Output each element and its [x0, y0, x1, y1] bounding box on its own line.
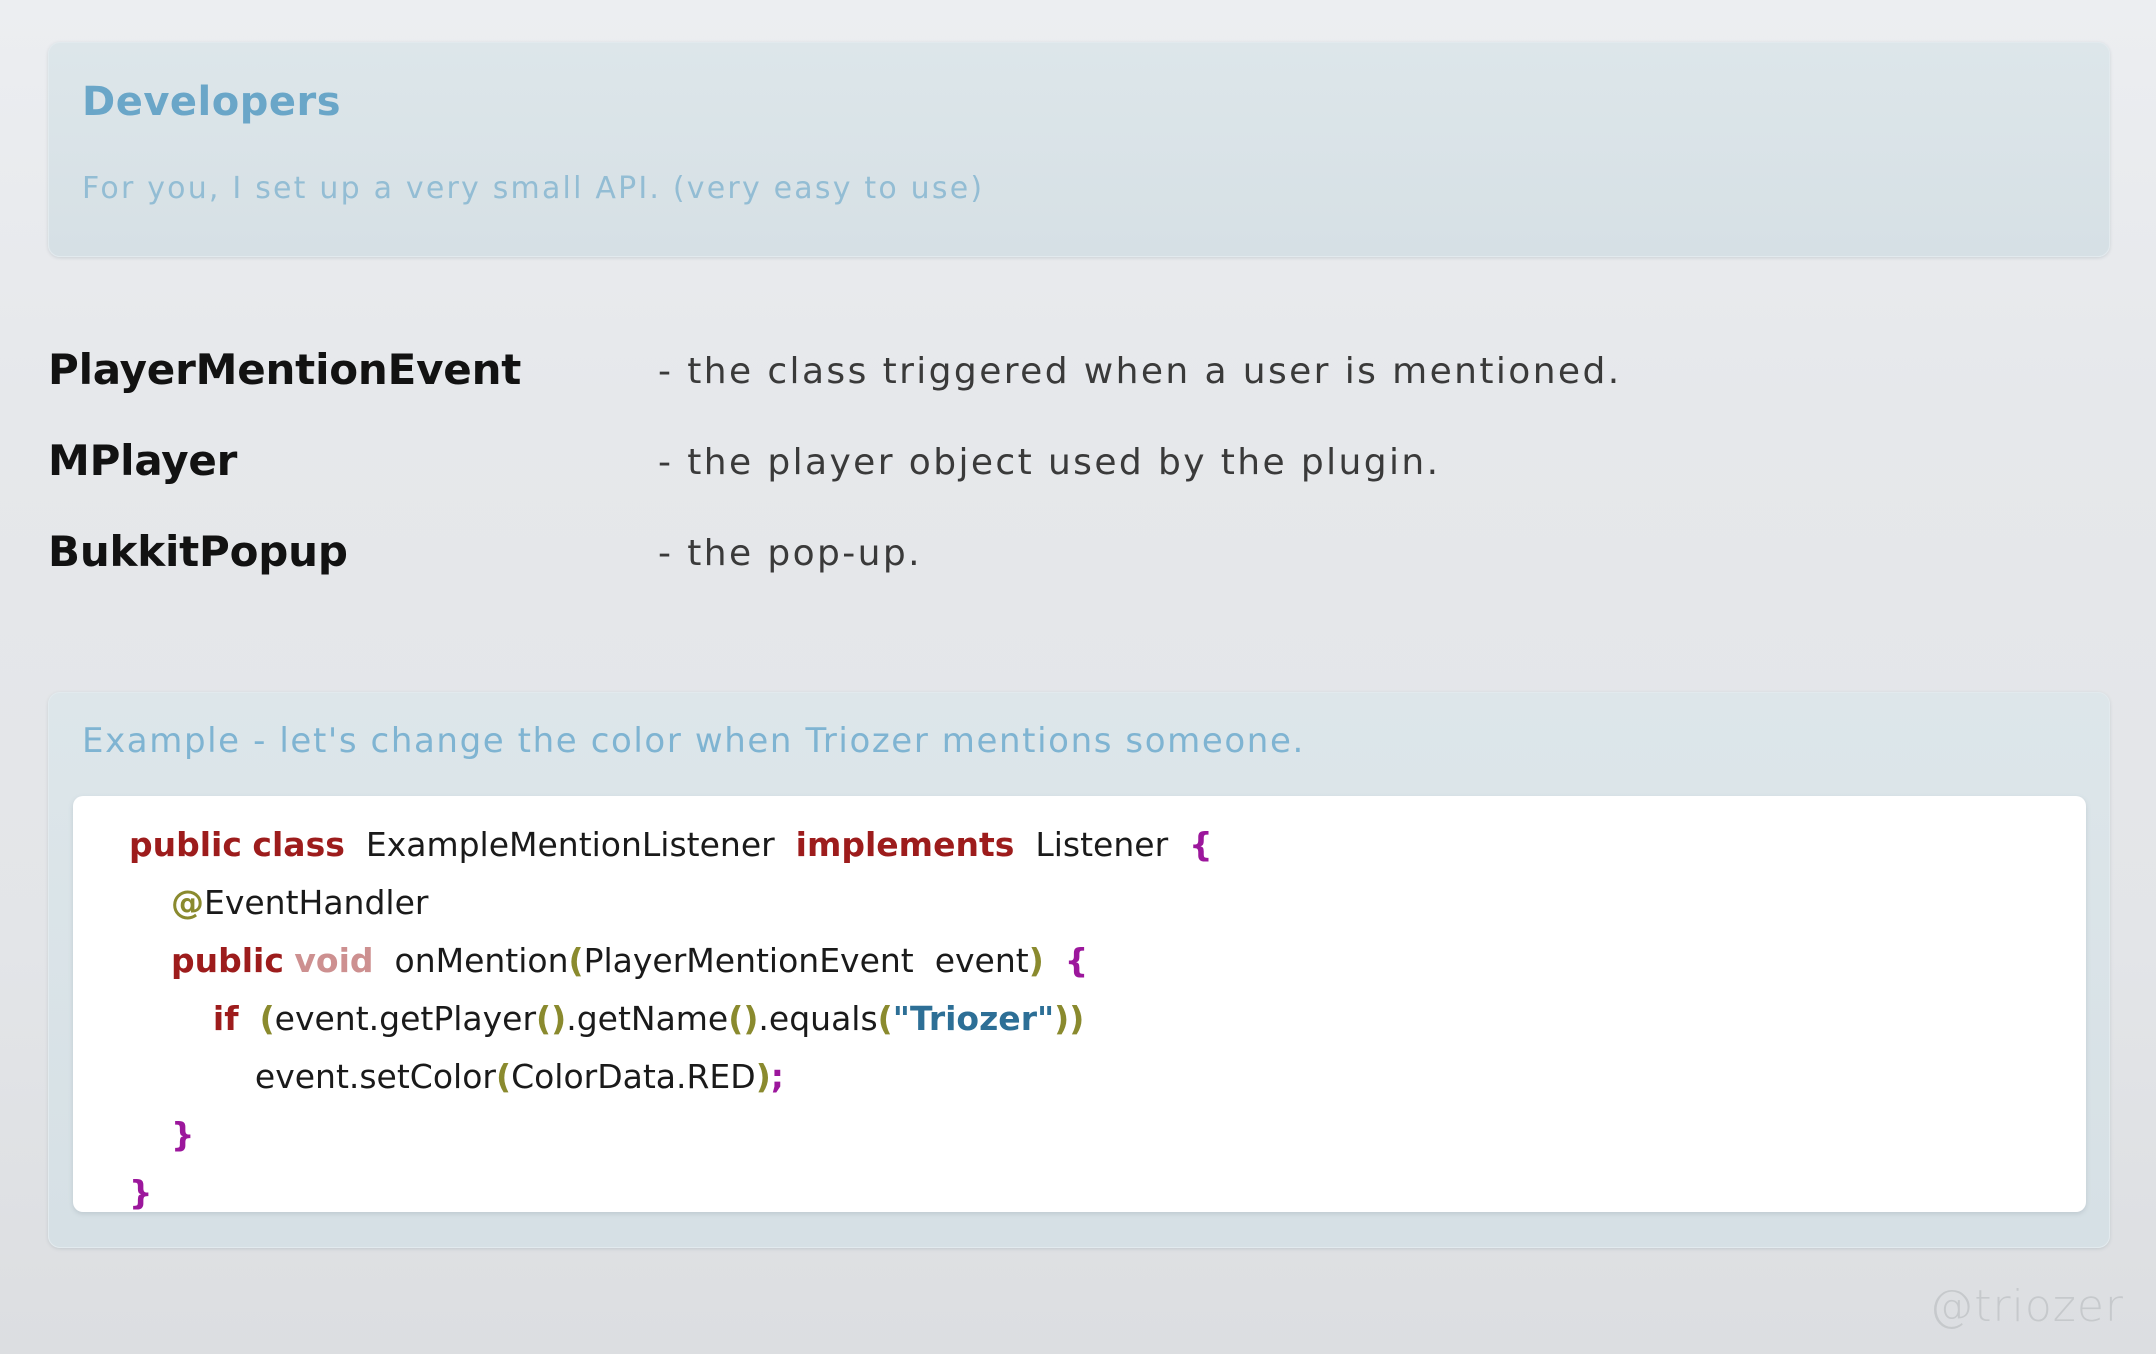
- code-line: public class ExampleMentionListener impl…: [129, 816, 1213, 874]
- code-token-paren: (): [536, 999, 567, 1038]
- code-line: event.setColor(ColorData.RED);: [129, 1048, 1213, 1106]
- definition-description: - the player object used by the plugin.: [658, 442, 1441, 483]
- code-line: public void onMention(PlayerMentionEvent…: [129, 932, 1213, 990]
- watermark: @triozer: [1929, 1281, 2124, 1332]
- definition-term: PlayerMentionEvent: [48, 345, 522, 394]
- definition-description: - the pop-up.: [658, 533, 922, 574]
- code-token-paren: )): [1054, 999, 1085, 1038]
- code-token-paren: ): [755, 1057, 771, 1096]
- example-title: Example - let's change the color when Tr…: [82, 721, 1305, 761]
- code-token-anno: @: [170, 883, 204, 922]
- code-token-plain: event.setColor: [254, 1057, 496, 1096]
- code-token-type: void: [294, 941, 374, 980]
- definition-row: PlayerMentionEvent - the class triggered …: [48, 345, 1948, 436]
- code-token-plain: ExampleMentionListener: [365, 825, 775, 864]
- code-line: @EventHandler: [129, 874, 1213, 932]
- code-token-brace: {: [1189, 825, 1213, 864]
- page-title: Developers: [82, 79, 342, 125]
- code-token-plain: PlayerMentionEvent event: [583, 941, 1029, 980]
- api-definitions-list: PlayerMentionEvent - the class triggered …: [48, 345, 1948, 618]
- code-token-plain: event.getPlayer: [274, 999, 537, 1038]
- definition-term: BukkitPopup: [48, 527, 348, 576]
- code-token-plain: onMention: [394, 941, 569, 980]
- code-card: public class ExampleMentionListener impl…: [73, 796, 2086, 1212]
- code-token-kw: implements: [795, 825, 1015, 864]
- code-token-plain: Listener: [1035, 825, 1169, 864]
- code-token-paren: (: [568, 941, 584, 980]
- code-line: }: [129, 1164, 1213, 1212]
- code-line: if (event.getPlayer().getName().equals("…: [129, 990, 1213, 1048]
- code-token-kw: public: [170, 941, 284, 980]
- developers-header-panel: Developers For you, I set up a very smal…: [48, 42, 2110, 257]
- code-token-paren: (: [877, 999, 893, 1038]
- code-token-paren: (): [728, 999, 759, 1038]
- code-token-plain: EventHandler: [203, 883, 429, 922]
- code-token-paren: (: [495, 1057, 512, 1096]
- page-subtitle: For you, I set up a very small API. (ver…: [82, 171, 985, 206]
- code-token-kw: public: [129, 825, 242, 864]
- definition-term: MPlayer: [48, 436, 238, 485]
- code-line: }: [129, 1106, 1213, 1164]
- code-token-brace: {: [1064, 941, 1089, 980]
- definition-description: - the class triggered when a user is men…: [658, 351, 1622, 392]
- code-token-brace: }: [170, 1115, 195, 1154]
- definition-row: MPlayer - the player object used by the p…: [48, 436, 1948, 527]
- code-token-kw: if: [212, 999, 239, 1038]
- code-token-plain: .getName: [566, 999, 729, 1038]
- definition-row: BukkitPopup - the pop-up.: [48, 527, 1948, 618]
- code-token-brace: }: [129, 1173, 153, 1212]
- code-block: public class ExampleMentionListener impl…: [129, 816, 1213, 1212]
- code-token-plain: .equals: [758, 999, 878, 1038]
- example-panel: Example - let's change the color when Tr…: [48, 692, 2110, 1248]
- code-token-paren: ): [1028, 941, 1044, 980]
- code-token-paren: (: [259, 999, 275, 1038]
- code-token-string: "Triozer": [892, 999, 1055, 1038]
- code-token-plain: ColorData.RED: [511, 1057, 756, 1096]
- code-token-kw: class: [252, 825, 345, 864]
- code-token-semi: ;: [770, 1057, 784, 1096]
